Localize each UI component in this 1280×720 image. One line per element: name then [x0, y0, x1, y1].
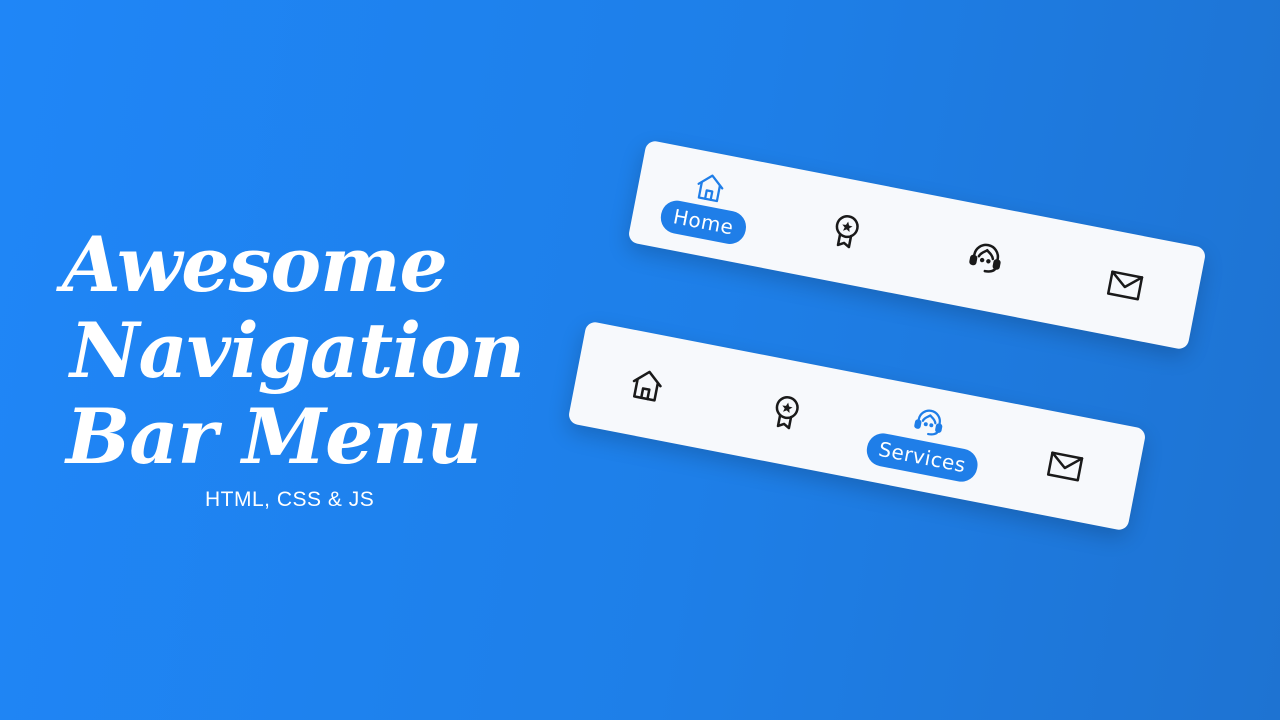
award-icon — [824, 209, 869, 254]
subtitle: HTML, CSS & JS — [205, 488, 375, 511]
mail-icon — [1043, 444, 1088, 489]
navbar-home-active: Home — [627, 139, 1207, 351]
nav-item-award[interactable] — [767, 167, 926, 296]
headset-icon — [909, 402, 949, 442]
nav-item-award[interactable] — [707, 348, 866, 477]
nav-item-contact[interactable] — [1045, 221, 1204, 350]
nav-item-contact[interactable] — [985, 402, 1144, 531]
title-line-2: Navigation — [70, 306, 525, 395]
nav-item-home[interactable] — [567, 321, 726, 450]
title-line-1: Awesome — [62, 220, 448, 309]
title-line-3: Bar Menu — [66, 392, 482, 481]
nav-item-services[interactable] — [906, 194, 1065, 323]
home-icon — [625, 363, 670, 408]
hero-title: Awesome Navigation Bar Menu — [62, 222, 582, 480]
headset-icon — [963, 236, 1008, 281]
home-icon — [690, 167, 730, 207]
nav-label-home: Home — [658, 197, 749, 247]
nav-item-services[interactable]: Services — [846, 375, 1005, 504]
nav-item-home[interactable]: Home — [627, 140, 786, 269]
navbar-services-active: Services — [567, 320, 1147, 532]
mail-icon — [1103, 263, 1148, 308]
award-icon — [764, 390, 809, 435]
